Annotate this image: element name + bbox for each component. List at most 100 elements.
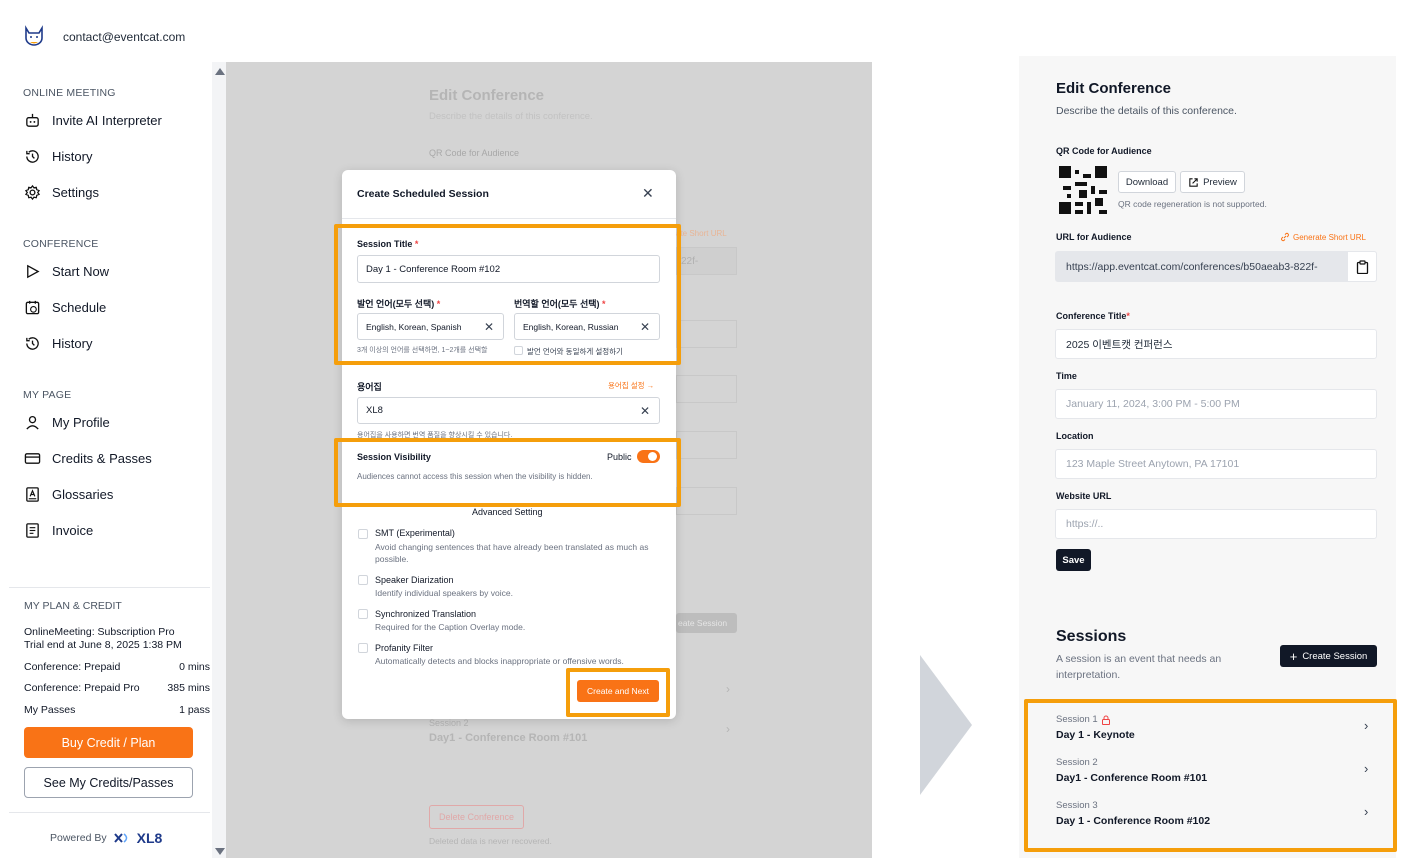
chevron-right-icon[interactable]: ›: [1364, 804, 1368, 819]
smt-checkbox[interactable]: [358, 529, 368, 539]
history-icon: [26, 149, 39, 163]
generate-short-url-link[interactable]: Generate Short URL: [1280, 232, 1366, 242]
url-label: URL for Audience: [1056, 232, 1132, 242]
clipboard-icon: [1356, 259, 1368, 274]
short-url-label: Generate Short URL: [1293, 232, 1366, 242]
save-button[interactable]: Save: [1056, 549, 1091, 571]
sidebar-item-label: Credits & Passes: [52, 450, 152, 466]
sessions-description: A session is an event that needs an inte…: [1056, 653, 1222, 681]
audience-url-field: https://app.eventcat.com/conferences/b50…: [1055, 251, 1377, 282]
buy-credit-button[interactable]: Buy Credit / Plan: [24, 727, 193, 758]
bg-short-url: ate Short URL: [676, 229, 727, 238]
conference-title-input[interactable]: 2025 이벤트캣 컨퍼런스: [1055, 329, 1377, 359]
sidebar-item-label: Start Now: [52, 263, 110, 279]
calendar-icon: [25, 300, 40, 314]
location-input[interactable]: 123 Maple Street Anytown, PA 17101: [1055, 449, 1377, 479]
sidebar-item-start-now[interactable]: Start Now: [24, 261, 109, 281]
advanced-option-title: Synchronized Translation: [375, 609, 477, 619]
synchronized-translation-checkbox[interactable]: [358, 609, 368, 619]
clear-icon[interactable]: ✕: [640, 404, 650, 418]
chevron-right-icon[interactable]: ›: [1364, 718, 1368, 733]
qr-code-icon: [1059, 166, 1107, 214]
sidebar-item-credits-passes[interactable]: Credits & Passes: [24, 448, 152, 468]
chevron-right-icon[interactable]: ›: [1364, 761, 1368, 776]
sidebar-scrollbar[interactable]: [212, 62, 226, 858]
play-icon: [27, 264, 40, 278]
advanced-option-desc: Identify individual speakers by voice.: [375, 588, 513, 598]
plan-trial-end: Trial end at June 8, 2025 1:38 PM: [24, 639, 182, 651]
conference-title-label-text: Conference Title: [1056, 311, 1127, 321]
session-name: Session 1: [1056, 714, 1111, 725]
modal-title: Create Scheduled Session: [357, 188, 489, 200]
sidebar-item-label: Invoice: [52, 522, 94, 538]
speaker-diarization-checkbox[interactable]: [358, 575, 368, 585]
bg-field: [676, 375, 737, 403]
section-title-conference: CONFERENCE: [23, 238, 99, 250]
sidebar-item-invite-ai-interpreter[interactable]: Invite AI Interpreter: [24, 110, 162, 130]
sidebar-item-history[interactable]: History: [24, 146, 92, 166]
session-title: Day 1 - Conference Room #102: [1056, 815, 1211, 827]
close-icon[interactable]: ✕: [642, 185, 654, 202]
plus-icon: +: [1289, 648, 1298, 664]
create-session-label: Create Session: [1302, 650, 1368, 662]
download-qr-button[interactable]: Download: [1118, 171, 1176, 193]
advanced-option-desc: Automatically detects and blocks inappro…: [375, 656, 624, 666]
sidebar-item-glossaries[interactable]: Glossaries: [24, 484, 113, 504]
website-input[interactable]: https://..: [1055, 509, 1377, 539]
plan-title: MY PLAN & CREDIT: [24, 600, 122, 612]
glossary-label: 용어집: [357, 382, 382, 392]
page-title: Edit Conference: [1056, 80, 1172, 97]
bg-session-label: Session 2: [429, 718, 469, 728]
qr-label: QR Code for Audience: [1056, 146, 1152, 156]
preview-qr-button[interactable]: Preview: [1180, 171, 1245, 193]
scroll-up-arrow-icon[interactable]: [215, 68, 225, 75]
advanced-option-title: Speaker Diarization: [375, 575, 454, 585]
time-label: Time: [1056, 371, 1077, 381]
sidebar-item-settings[interactable]: Settings: [24, 182, 99, 202]
glossary-settings-link[interactable]: 용어집 설정 →: [608, 380, 654, 391]
profanity-filter-checkbox[interactable]: [358, 643, 368, 653]
glossary-icon: [26, 486, 39, 502]
plan-row-label: My Passes: [24, 704, 76, 716]
preview-label: Preview: [1203, 176, 1237, 188]
time-placeholder: January 11, 2024, 3:00 PM - 5:00 PM: [1066, 398, 1240, 410]
sidebar-item-label: History: [52, 148, 93, 164]
bg-field: [676, 320, 737, 348]
sidebar-item-my-profile[interactable]: My Profile: [24, 412, 110, 432]
highlight-box: [566, 668, 670, 717]
session-name: Session 2: [1056, 757, 1098, 768]
sidebar-item-invoice[interactable]: Invoice: [24, 520, 93, 540]
sidebar-item-conference-history[interactable]: History: [24, 333, 92, 353]
lock-icon: [1101, 715, 1110, 725]
bg-delete-hint: Deleted data is never recovered.: [429, 836, 552, 846]
scroll-down-arrow-icon[interactable]: [215, 848, 225, 855]
session-title: Day 1 - Keynote: [1056, 729, 1135, 741]
plan-row-label: Conference: Prepaid Pro: [24, 682, 140, 694]
bg-page-subtitle: Describe the details of this conference.: [429, 111, 593, 122]
history-icon: [26, 336, 39, 350]
highlight-box: [334, 438, 681, 507]
time-input[interactable]: January 11, 2024, 3:00 PM - 5:00 PM: [1055, 389, 1377, 419]
plan-row-value: 0 mins: [179, 661, 210, 673]
xl8-brand: XL8: [136, 830, 163, 846]
session-name-text: Session 1: [1056, 714, 1098, 725]
plan-row-value: 385 mins: [167, 682, 210, 694]
advanced-setting-title: Advanced Setting: [472, 507, 543, 517]
account-email: contact@eventcat.com: [63, 30, 186, 44]
copy-url-button[interactable]: [1347, 251, 1377, 282]
top-bar: contact@eventcat.com: [0, 0, 1425, 62]
bg-field: [676, 487, 737, 515]
section-title-online-meeting: ONLINE MEETING: [23, 87, 116, 99]
glossary-select[interactable]: XL8 ✕: [357, 397, 660, 424]
see-credits-button[interactable]: See My Credits/Passes: [24, 767, 193, 798]
plan-row-label: Conference: Prepaid: [24, 661, 121, 673]
create-session-button[interactable]: + Create Session: [1280, 645, 1377, 667]
bg-url-tail: 22f-: [681, 256, 699, 267]
location-label: Location: [1056, 431, 1094, 441]
page-subtitle: Describe the details of this conference.: [1056, 105, 1237, 117]
plan-credit-panel: MY PLAN & CREDIT OnlineMeeting: Subscrip…: [9, 587, 210, 716]
sidebar-item-label: My Profile: [52, 414, 110, 430]
website-label: Website URL: [1056, 491, 1112, 501]
sidebar-item-schedule[interactable]: Schedule: [24, 297, 106, 317]
advanced-option-desc: Required for the Caption Overlay mode.: [375, 622, 526, 632]
